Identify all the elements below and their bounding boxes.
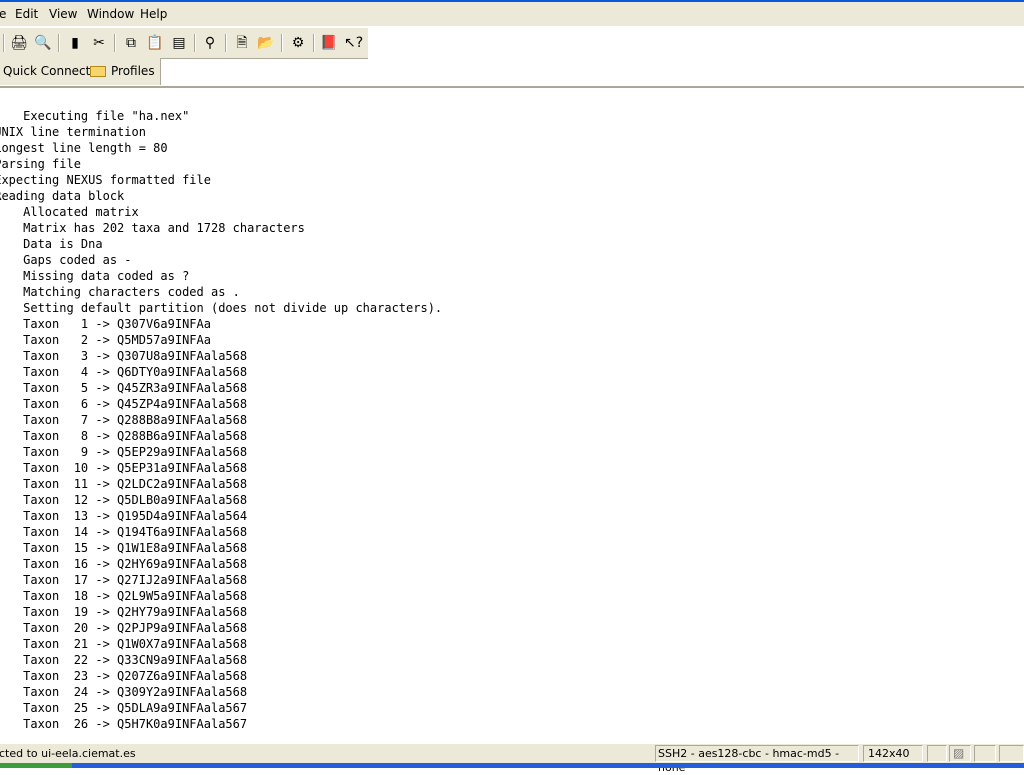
connection-status: cted to ui-eela.ciemat.es bbox=[0, 747, 136, 760]
disconnect-icon[interactable]: ✂ bbox=[90, 34, 108, 52]
profiles-folder-icon[interactable] bbox=[90, 66, 106, 77]
print-icon[interactable]: 🖨 bbox=[10, 34, 28, 52]
terminal-line: Taxon 10 -> Q5EP31a9INFAala568 bbox=[0, 461, 248, 475]
print-preview-icon[interactable]: 🔍 bbox=[34, 34, 52, 52]
menu-bar: e Edit View Window Help bbox=[0, 2, 1024, 26]
paste-special-icon[interactable]: ▤ bbox=[170, 34, 188, 52]
quick-connect-button[interactable]: Quick Connect bbox=[3, 64, 90, 78]
terminal-line: Taxon 4 -> Q6DTY0a9INFAala568 bbox=[0, 365, 248, 379]
terminal-line: Taxon 18 -> Q2L9W5a9INFAala568 bbox=[0, 589, 248, 603]
menu-file[interactable]: e bbox=[0, 7, 6, 21]
terminal-line: Taxon 17 -> Q27IJ2a9INFAala568 bbox=[0, 573, 248, 587]
taskbar bbox=[0, 763, 1024, 768]
cipher-status: SSH2 - aes128-cbc - hmac-md5 - none bbox=[658, 747, 840, 774]
terminal-line: Taxon 6 -> Q45ZP4a9INFAala568 bbox=[0, 397, 248, 411]
terminal-line: Taxon 7 -> Q288B8a9INFAala568 bbox=[0, 413, 248, 427]
terminal-line: Parsing file bbox=[0, 157, 81, 171]
menu-edit[interactable]: Edit bbox=[15, 7, 38, 21]
terminal-line: Missing data coded as ? bbox=[0, 269, 190, 283]
terminal-line: Taxon 13 -> Q195D4a9INFAala564 bbox=[0, 509, 248, 523]
terminal-line: Taxon 16 -> Q2HY69a9INFAala568 bbox=[0, 557, 248, 571]
terminal-line: Taxon 14 -> Q194T6a9INFAala568 bbox=[0, 525, 248, 539]
terminal-line: Data is Dna bbox=[23, 237, 103, 251]
terminal-line: Taxon 15 -> Q1W1E8a9INFAala568 bbox=[0, 541, 248, 555]
terminal-line: Taxon 25 -> Q5DLA9a9INFAala567 bbox=[0, 701, 248, 715]
terminal-line: Taxon 21 -> Q1W0X7a9INFAala568 bbox=[0, 637, 248, 651]
connect-icon[interactable]: ▮ bbox=[66, 34, 84, 52]
terminal-line: Taxon 24 -> Q309Y2a9INFAala568 bbox=[0, 685, 248, 699]
toolbar-separator bbox=[114, 34, 116, 52]
terminal-line: Allocated matrix bbox=[0, 205, 139, 219]
find-icon[interactable]: ⚲ bbox=[201, 34, 219, 52]
status-panel-empty bbox=[999, 745, 1024, 762]
start-button[interactable] bbox=[0, 763, 72, 768]
terminal-line: Taxon 23 -> Q207Z6a9INFAala568 bbox=[0, 669, 248, 683]
transfer-icon: ▨ bbox=[953, 746, 965, 760]
terminal-line: Executing file "ha.nex" bbox=[0, 109, 190, 123]
terminal-line: Reading data block bbox=[0, 189, 125, 203]
status-bar: cted to ui-eela.ciemat.es SSH2 - aes128-… bbox=[0, 743, 1024, 774]
menu-help[interactable]: Help bbox=[140, 7, 167, 21]
help-book-icon[interactable]: 📕 bbox=[320, 34, 338, 52]
new-file-transfer-icon[interactable]: 🗎 bbox=[233, 34, 251, 52]
terminal-line: Taxon 3 -> Q307U8a9INFAala568 bbox=[0, 349, 248, 363]
menu-window[interactable]: Window bbox=[87, 7, 134, 21]
terminal-line: Taxon 20 -> Q2PJP9a9INFAala568 bbox=[0, 621, 248, 635]
terminal-line: Taxon 19 -> Q2HY79a9INFAala568 bbox=[0, 605, 248, 619]
status-panel-empty bbox=[974, 745, 996, 762]
terminal-line: Taxon 26 -> Q5H7K0a9INFAala567 bbox=[0, 717, 248, 731]
terminal-line: Taxon 1 -> Q307V6a9INFAa bbox=[0, 317, 211, 331]
toolbar: 🖨 🔍 ▮ ✂ ⧉ 📋 ▤ ⚲ 🗎 📂 ⚙ 📕 ↖? bbox=[0, 27, 368, 59]
open-folder-icon[interactable]: 📂 bbox=[257, 34, 275, 52]
toolbar-separator bbox=[225, 34, 227, 52]
settings-icon[interactable]: ⚙ bbox=[289, 34, 307, 52]
menu-view[interactable]: View bbox=[49, 7, 77, 21]
terminal-line: Taxon 8 -> Q288B6a9INFAala568 bbox=[0, 429, 248, 443]
terminal-view[interactable]: Executing file "ha.nex" UNIX line termin… bbox=[0, 89, 1024, 741]
toolbar-separator bbox=[281, 34, 283, 52]
terminal-line: Taxon 2 -> Q5MD57a9INFAa bbox=[0, 333, 211, 347]
toolbar-separator bbox=[58, 34, 60, 52]
terminal-line: Taxon 22 -> Q33CN9a9INFAala568 bbox=[0, 653, 248, 667]
toolbar-separator bbox=[3, 34, 5, 52]
terminal-size-panel: 142x40 bbox=[863, 745, 923, 762]
copy-icon[interactable]: ⧉ bbox=[122, 34, 140, 52]
terminal-line: Matching characters coded as . bbox=[0, 285, 240, 299]
terminal-line: Taxon 5 -> Q45ZR3a9INFAala568 bbox=[0, 381, 248, 395]
connection-bar: Quick Connect Profiles bbox=[0, 58, 161, 85]
profiles-button[interactable]: Profiles bbox=[111, 64, 155, 78]
terminal-output: Executing file "ha.nex" UNIX line termin… bbox=[0, 108, 442, 732]
terminal-line: Taxon 12 -> Q5DLB0a9INFAala568 bbox=[0, 493, 248, 507]
terminal-line: Gaps coded as - bbox=[0, 253, 132, 267]
cipher-panel: SSH2 - aes128-cbc - hmac-md5 - none bbox=[655, 745, 859, 774]
terminal-size: 142x40 bbox=[868, 747, 910, 760]
context-help-icon[interactable]: ↖? bbox=[344, 34, 363, 52]
terminal-line: Taxon 9 -> Q5EP29a9INFAala568 bbox=[0, 445, 248, 459]
terminal-line: Setting default partition (does not divi… bbox=[0, 301, 443, 315]
terminal-line: Matrix has 202 taxa and 1728 characters bbox=[0, 221, 305, 235]
paste-icon[interactable]: 📋 bbox=[146, 34, 164, 52]
status-panel-empty bbox=[927, 745, 947, 762]
toolbar-separator bbox=[313, 34, 315, 52]
toolbar-separator bbox=[194, 34, 196, 52]
status-panel-icon: ▨ bbox=[949, 745, 971, 762]
terminal-line: Expecting NEXUS formatted file bbox=[0, 173, 211, 187]
terminal-line: Taxon 11 -> Q2LDC2a9INFAala568 bbox=[0, 477, 248, 491]
terminal-line: UNIX line termination bbox=[0, 125, 146, 139]
terminal-line: Longest line length = 80 bbox=[0, 141, 168, 155]
